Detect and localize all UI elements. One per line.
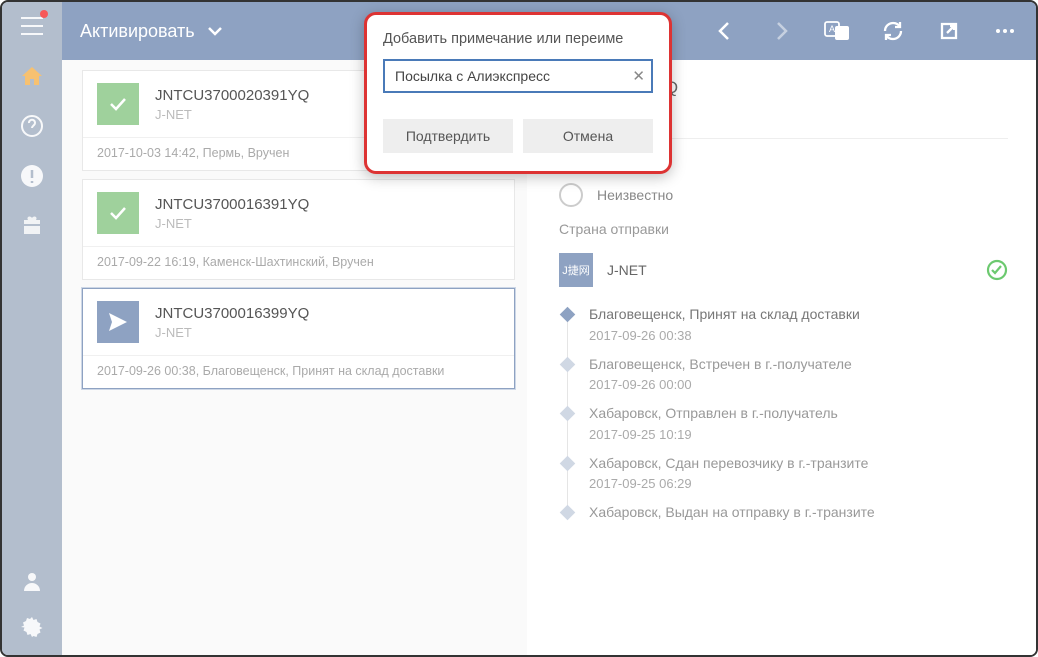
check-icon [97,83,139,125]
package-card[interactable]: JNTCU3700016391YQ J-NET 2017-09-22 16:19… [82,179,515,280]
timeline-event: Хабаровск, Выдан на отправку в г.-транзи… [589,503,1008,523]
sidebar [2,2,62,655]
clear-input-icon[interactable]: ✕ [632,67,645,85]
status-line: 2017-09-26 00:38, Благовещенск, Принят н… [83,355,514,388]
note-input[interactable] [383,59,653,93]
svg-text:А: А [829,24,835,34]
dialog-title: Добавить примечание или переиме [383,31,653,47]
status-line: 2017-09-22 16:19, Каменск-Шахтинский, Вр… [83,246,514,279]
check-icon [97,192,139,234]
tracking-number: JNTCU3700016391YQ [155,196,309,213]
plane-icon [97,301,139,343]
carrier-name: J-NET [155,216,309,231]
timeline-event: Хабаровск, Сдан перевозчику в г.-транзит… [589,454,1008,492]
tracking-number: JNTCU3700020391YQ [155,87,309,104]
origin-label: Страна отправки [559,221,1008,237]
open-external-icon[interactable] [936,18,962,44]
timeline-event: Благовещенск, Принят на склад доставки 2… [589,305,1008,343]
more-icon[interactable] [992,18,1018,44]
forward-icon[interactable] [768,18,794,44]
refresh-icon[interactable] [880,18,906,44]
settings-icon[interactable] [18,613,46,641]
gift-icon[interactable] [18,212,46,240]
user-icon[interactable] [18,567,46,595]
rename-dialog: Добавить примечание или переиме ✕ Подтве… [364,12,672,174]
carrier-logo: J捷网 [559,253,593,287]
tracking-number: JNTCU3700016399YQ [155,305,309,322]
detail-carrier: J-NET [607,262,972,278]
confirm-button[interactable]: Подтвердить [383,119,513,153]
timeline-event: Хабаровск, Отправлен в г.-получатель 201… [589,404,1008,442]
cancel-button[interactable]: Отмена [523,119,653,153]
activate-dropdown[interactable]: Активировать [80,21,223,42]
carrier-name: J-NET [155,325,309,340]
check-circle-icon [986,259,1008,281]
help-icon[interactable] [18,112,46,140]
menu-icon[interactable] [18,12,46,40]
package-card-selected[interactable]: JNTCU3700016399YQ J-NET 2017-09-26 00:38… [82,288,515,389]
timeline-event: Благовещенск, Встречен в г.-получателе 2… [589,355,1008,393]
notification-badge [40,10,48,18]
activate-label: Активировать [80,21,195,42]
translate-icon[interactable]: А [824,18,850,44]
alert-icon[interactable] [18,162,46,190]
chevron-down-icon [207,26,223,36]
back-icon[interactable] [712,18,738,44]
home-icon[interactable] [18,62,46,90]
globe-icon [559,183,583,207]
timeline: Благовещенск, Принят на склад доставки 2… [559,305,1008,523]
destination-unknown: Неизвестно [597,187,673,203]
carrier-name: J-NET [155,107,309,122]
